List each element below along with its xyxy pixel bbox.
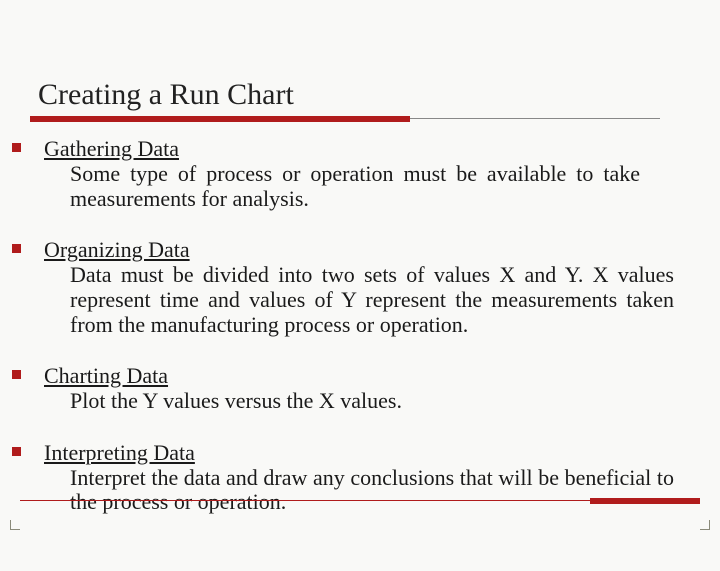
item-body: Plot the Y values versus the X values. xyxy=(44,389,680,414)
bullet-icon xyxy=(12,370,21,379)
item-body: Data must be divided into two sets of va… xyxy=(44,263,680,337)
item-heading: Charting Data xyxy=(44,363,680,389)
item-body: Some type of process or operation must b… xyxy=(44,162,680,211)
item-heading: Interpreting Data xyxy=(44,440,680,466)
item-heading: Gathering Data xyxy=(44,136,680,162)
list-item: Charting Data Plot the Y values versus t… xyxy=(10,363,680,414)
slide: Creating a Run Chart Gathering Data Some… xyxy=(0,0,720,571)
item-heading: Organizing Data xyxy=(44,237,680,263)
item-body: Interpret the data and draw any conclusi… xyxy=(44,466,680,515)
bullet-icon xyxy=(12,447,21,456)
bullet-list: Gathering Data Some type of process or o… xyxy=(10,136,680,515)
list-item: Organizing Data Data must be divided int… xyxy=(10,237,680,337)
footer-divider xyxy=(20,498,700,504)
bullet-icon xyxy=(12,244,21,253)
list-item: Gathering Data Some type of process or o… xyxy=(10,136,680,211)
corner-decoration xyxy=(700,520,710,530)
corner-decoration xyxy=(10,520,20,530)
page-title: Creating a Run Chart xyxy=(38,78,680,112)
bullet-icon xyxy=(12,143,21,152)
title-divider xyxy=(10,116,680,122)
